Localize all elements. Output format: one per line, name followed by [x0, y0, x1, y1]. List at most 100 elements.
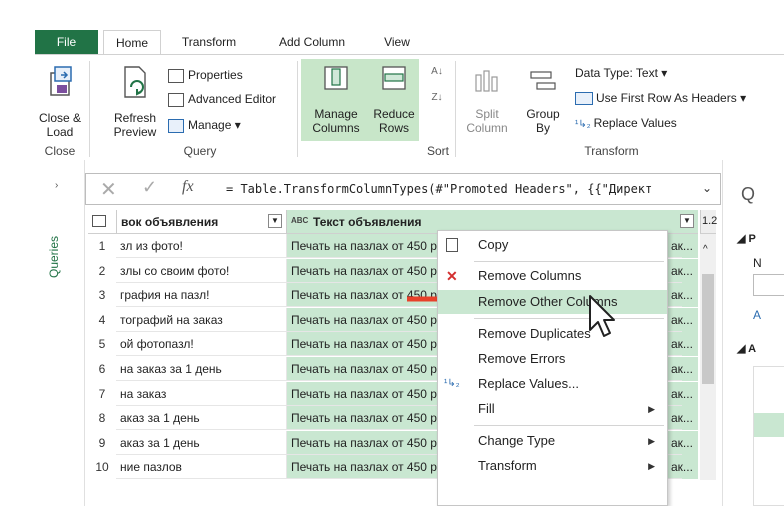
row-number[interactable]: 8	[88, 406, 116, 431]
data-type-dropdown[interactable]: Data Type: Text ▾	[575, 65, 667, 81]
cell-title[interactable]: ние пазлов	[116, 455, 284, 480]
context-menu: Copy ✕ Remove Columns Remove Other Colum…	[437, 230, 668, 506]
properties-section[interactable]: ◢ P	[737, 232, 756, 245]
group-by-button[interactable]: Group By	[521, 61, 565, 139]
tab-transform[interactable]: Transform	[173, 30, 245, 54]
cell-title[interactable]: на заказ	[116, 381, 284, 406]
row-number[interactable]: 7	[88, 381, 116, 406]
tab-file[interactable]: File	[35, 30, 98, 54]
chevron-up-icon[interactable]: ^	[703, 244, 708, 255]
advanced-editor-button[interactable]: Advanced Editor	[168, 91, 276, 107]
menu-item-change-type[interactable]: Change Type ▶	[438, 429, 667, 453]
refresh-preview-label: Refresh Preview	[113, 111, 157, 139]
row-number[interactable]: 10	[88, 455, 116, 480]
remove-icon: ✕	[446, 268, 458, 284]
refresh-icon	[124, 66, 146, 98]
manage-button[interactable]: Manage ▾	[168, 117, 241, 133]
collapse-icon: ◢	[737, 343, 746, 355]
chevron-down-icon: ▾	[740, 91, 747, 105]
row-number[interactable]: 1	[88, 234, 116, 258]
confirm-icon[interactable]: ✓	[142, 177, 157, 198]
menu-item-transform[interactable]: Transform ▶	[438, 454, 667, 478]
filter-dropdown-icon[interactable]: ▼	[680, 214, 694, 228]
cancel-icon[interactable]: ✕	[100, 177, 117, 202]
vertical-scrollbar[interactable]: ^	[700, 234, 716, 480]
replace-values-button[interactable]: ¹↳₂ Replace Values	[575, 115, 677, 133]
cell-title[interactable]: тографий на заказ	[116, 307, 284, 332]
menu-item-remove-errors[interactable]: Remove Errors	[438, 347, 667, 371]
cell-text-value: Печать на пазлах от 450 р	[291, 460, 437, 475]
cell-title[interactable]: графия на пазл!	[116, 283, 284, 308]
refresh-preview-button[interactable]: Refresh Preview	[105, 61, 165, 141]
cell-title[interactable]: аказ за 1 день	[116, 430, 284, 455]
manage-columns-icon	[324, 66, 348, 90]
advanced-editor-label: Advanced Editor	[188, 92, 277, 106]
table-icon	[575, 92, 593, 106]
cell-title[interactable]: злы со своим фото!	[116, 258, 284, 283]
ribbon: Close & Load Close Refresh Preview Prope…	[35, 54, 784, 160]
row-number[interactable]: 2	[88, 258, 116, 283]
close-load-button[interactable]: Close & Load	[35, 61, 85, 141]
sort-ascending-button[interactable]: A↓	[427, 63, 447, 85]
menu-item-replace-values[interactable]: ¹↳₂ Replace Values...	[438, 372, 667, 396]
row-number[interactable]: 4	[88, 307, 116, 332]
cell-text-value: Печать на пазлах от 450 р	[291, 312, 437, 327]
properties-icon	[168, 68, 184, 83]
menu-item-replace-values-label: Replace Values...	[478, 376, 579, 391]
split-column-button[interactable]: Split Column	[459, 61, 515, 139]
tab-home[interactable]: Home	[103, 30, 161, 54]
tab-view[interactable]: View	[373, 30, 421, 54]
menu-item-remove-errors-label: Remove Errors	[478, 351, 566, 366]
cell-text-tail: ак...	[671, 411, 693, 426]
cell-title[interactable]: ой фотопазл!	[116, 332, 284, 357]
advanced-editor-icon	[168, 92, 184, 107]
cell-title[interactable]: на заказ за 1 день	[116, 357, 284, 381]
table-menu-corner[interactable]	[88, 210, 116, 234]
text-type-icon[interactable]: ABC	[291, 216, 308, 225]
selected-step[interactable]	[754, 413, 784, 437]
filter-dropdown-icon[interactable]: ▼	[268, 214, 282, 228]
menu-item-remove-duplicates[interactable]: Remove Duplicates	[438, 322, 667, 346]
menu-item-transform-label: Transform	[478, 458, 537, 473]
menu-divider	[474, 318, 664, 319]
sort-descending-button[interactable]: Z↓	[427, 89, 447, 111]
properties-section-label: P	[748, 233, 756, 245]
queries-label[interactable]: Queries	[47, 208, 67, 278]
row-number[interactable]: 6	[88, 357, 116, 381]
all-properties-link[interactable]: A	[753, 308, 761, 322]
row-number[interactable]: 9	[88, 430, 116, 455]
row-number[interactable]: 5	[88, 332, 116, 357]
column-header-1[interactable]: вок объявления ▼	[116, 210, 286, 234]
menu-item-remove-columns[interactable]: ✕ Remove Columns	[438, 264, 667, 288]
formula-text[interactable]: = Table.TransformColumnTypes(#"Promoted …	[226, 182, 652, 196]
chevron-down-icon[interactable]: ⌄	[702, 181, 712, 195]
cell-text-tail: ак...	[671, 435, 693, 450]
cell-title[interactable]: аказ за 1 день	[116, 406, 284, 431]
cell-text-tail: ак...	[671, 337, 693, 352]
menu-item-fill[interactable]: Fill ▶	[438, 397, 667, 421]
applied-steps-section[interactable]: ◢ A	[737, 342, 756, 355]
name-input[interactable]	[753, 274, 784, 296]
sort-descending-icon: Z↓	[431, 92, 443, 103]
submenu-arrow-icon: ▶	[648, 436, 655, 446]
cell-title[interactable]: зл из фото!	[116, 234, 284, 258]
column-header-3[interactable]: 1.2	[700, 210, 717, 234]
reduce-rows-button[interactable]: Reduce Rows	[371, 61, 417, 139]
chevron-right-icon[interactable]: ›	[55, 180, 58, 191]
use-first-row-button[interactable]: Use First Row As Headers ▾	[575, 90, 746, 106]
menu-item-fill-label: Fill	[478, 401, 495, 416]
replace-values-label: Replace Values	[593, 116, 677, 130]
mouse-cursor-icon	[589, 295, 615, 337]
use-first-row-label: Use First Row As Headers	[596, 91, 737, 105]
properties-button[interactable]: Properties	[168, 67, 243, 83]
row-number[interactable]: 3	[88, 283, 116, 308]
close-load-label: Close & Load	[38, 111, 82, 139]
menu-item-copy[interactable]: Copy	[438, 233, 667, 257]
submenu-arrow-icon: ▶	[648, 461, 655, 471]
menu-item-remove-other-columns[interactable]: Remove Other Columns	[438, 290, 667, 314]
manage-columns-button[interactable]: Manage Columns	[303, 61, 369, 139]
manage-label: Manage	[188, 118, 232, 132]
tab-add-column[interactable]: Add Column	[268, 30, 356, 54]
menu-item-remove-duplicates-label: Remove Duplicates	[478, 326, 591, 341]
scrollbar-thumb[interactable]	[702, 274, 714, 384]
